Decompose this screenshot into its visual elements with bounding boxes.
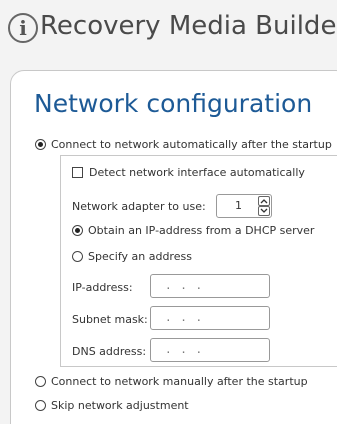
- detect-interface-option[interactable]: Detect network interface automatically: [72, 166, 305, 179]
- auto-connect-radio[interactable]: [35, 139, 46, 150]
- auto-connect-option[interactable]: Connect to network automatically after t…: [35, 138, 332, 151]
- chevron-down-icon: [260, 208, 268, 213]
- subnet-mask-field[interactable]: . . .: [150, 306, 270, 330]
- stepper-down-button[interactable]: [258, 206, 270, 216]
- detect-interface-label: Detect network interface automatically: [89, 166, 305, 179]
- subnet-row: Subnet mask:: [72, 313, 148, 326]
- subnet-mask-value: . . .: [165, 311, 204, 324]
- manual-connect-option[interactable]: Connect to network manually after the st…: [35, 375, 308, 388]
- specify-radio[interactable]: [72, 251, 83, 262]
- stepper-up-button[interactable]: [258, 196, 270, 206]
- skip-option[interactable]: Skip network adjustment: [35, 399, 189, 412]
- skip-label: Skip network adjustment: [51, 399, 189, 412]
- adapter-label: Network adapter to use:: [72, 200, 206, 213]
- auto-connect-label: Connect to network automatically after t…: [51, 138, 332, 151]
- skip-radio[interactable]: [35, 400, 46, 411]
- ip-address-field[interactable]: . . .: [150, 274, 270, 298]
- ip-label: IP-address:: [72, 281, 133, 294]
- specify-label: Specify an address: [88, 250, 192, 263]
- adapter-row: Network adapter to use:: [72, 200, 206, 213]
- dns-address-value: . . .: [165, 343, 204, 356]
- detect-interface-checkbox[interactable]: [72, 167, 83, 178]
- dns-row: DNS address:: [72, 345, 146, 358]
- header: i Recovery Media Builder: [0, 0, 337, 62]
- manual-connect-label: Connect to network manually after the st…: [51, 375, 308, 388]
- subnet-label: Subnet mask:: [72, 313, 148, 326]
- adapter-value[interactable]: 1: [235, 199, 242, 212]
- dhcp-label: Obtain an IP-address from a DHCP server: [88, 224, 315, 237]
- chevron-up-icon: [260, 199, 268, 204]
- section-title: Network configuration: [34, 89, 313, 118]
- dns-label: DNS address:: [72, 345, 147, 358]
- specify-option[interactable]: Specify an address: [72, 250, 192, 263]
- adapter-stepper[interactable]: 1: [216, 194, 272, 218]
- dhcp-option[interactable]: Obtain an IP-address from a DHCP server: [72, 224, 314, 237]
- ip-row: IP-address:: [72, 281, 133, 294]
- info-icon: i: [8, 13, 38, 43]
- dns-address-field[interactable]: . . .: [150, 338, 270, 362]
- dhcp-radio[interactable]: [72, 225, 83, 236]
- app-title: Recovery Media Builder: [40, 11, 337, 41]
- ip-address-value: . . .: [165, 279, 204, 292]
- manual-connect-radio[interactable]: [35, 376, 46, 387]
